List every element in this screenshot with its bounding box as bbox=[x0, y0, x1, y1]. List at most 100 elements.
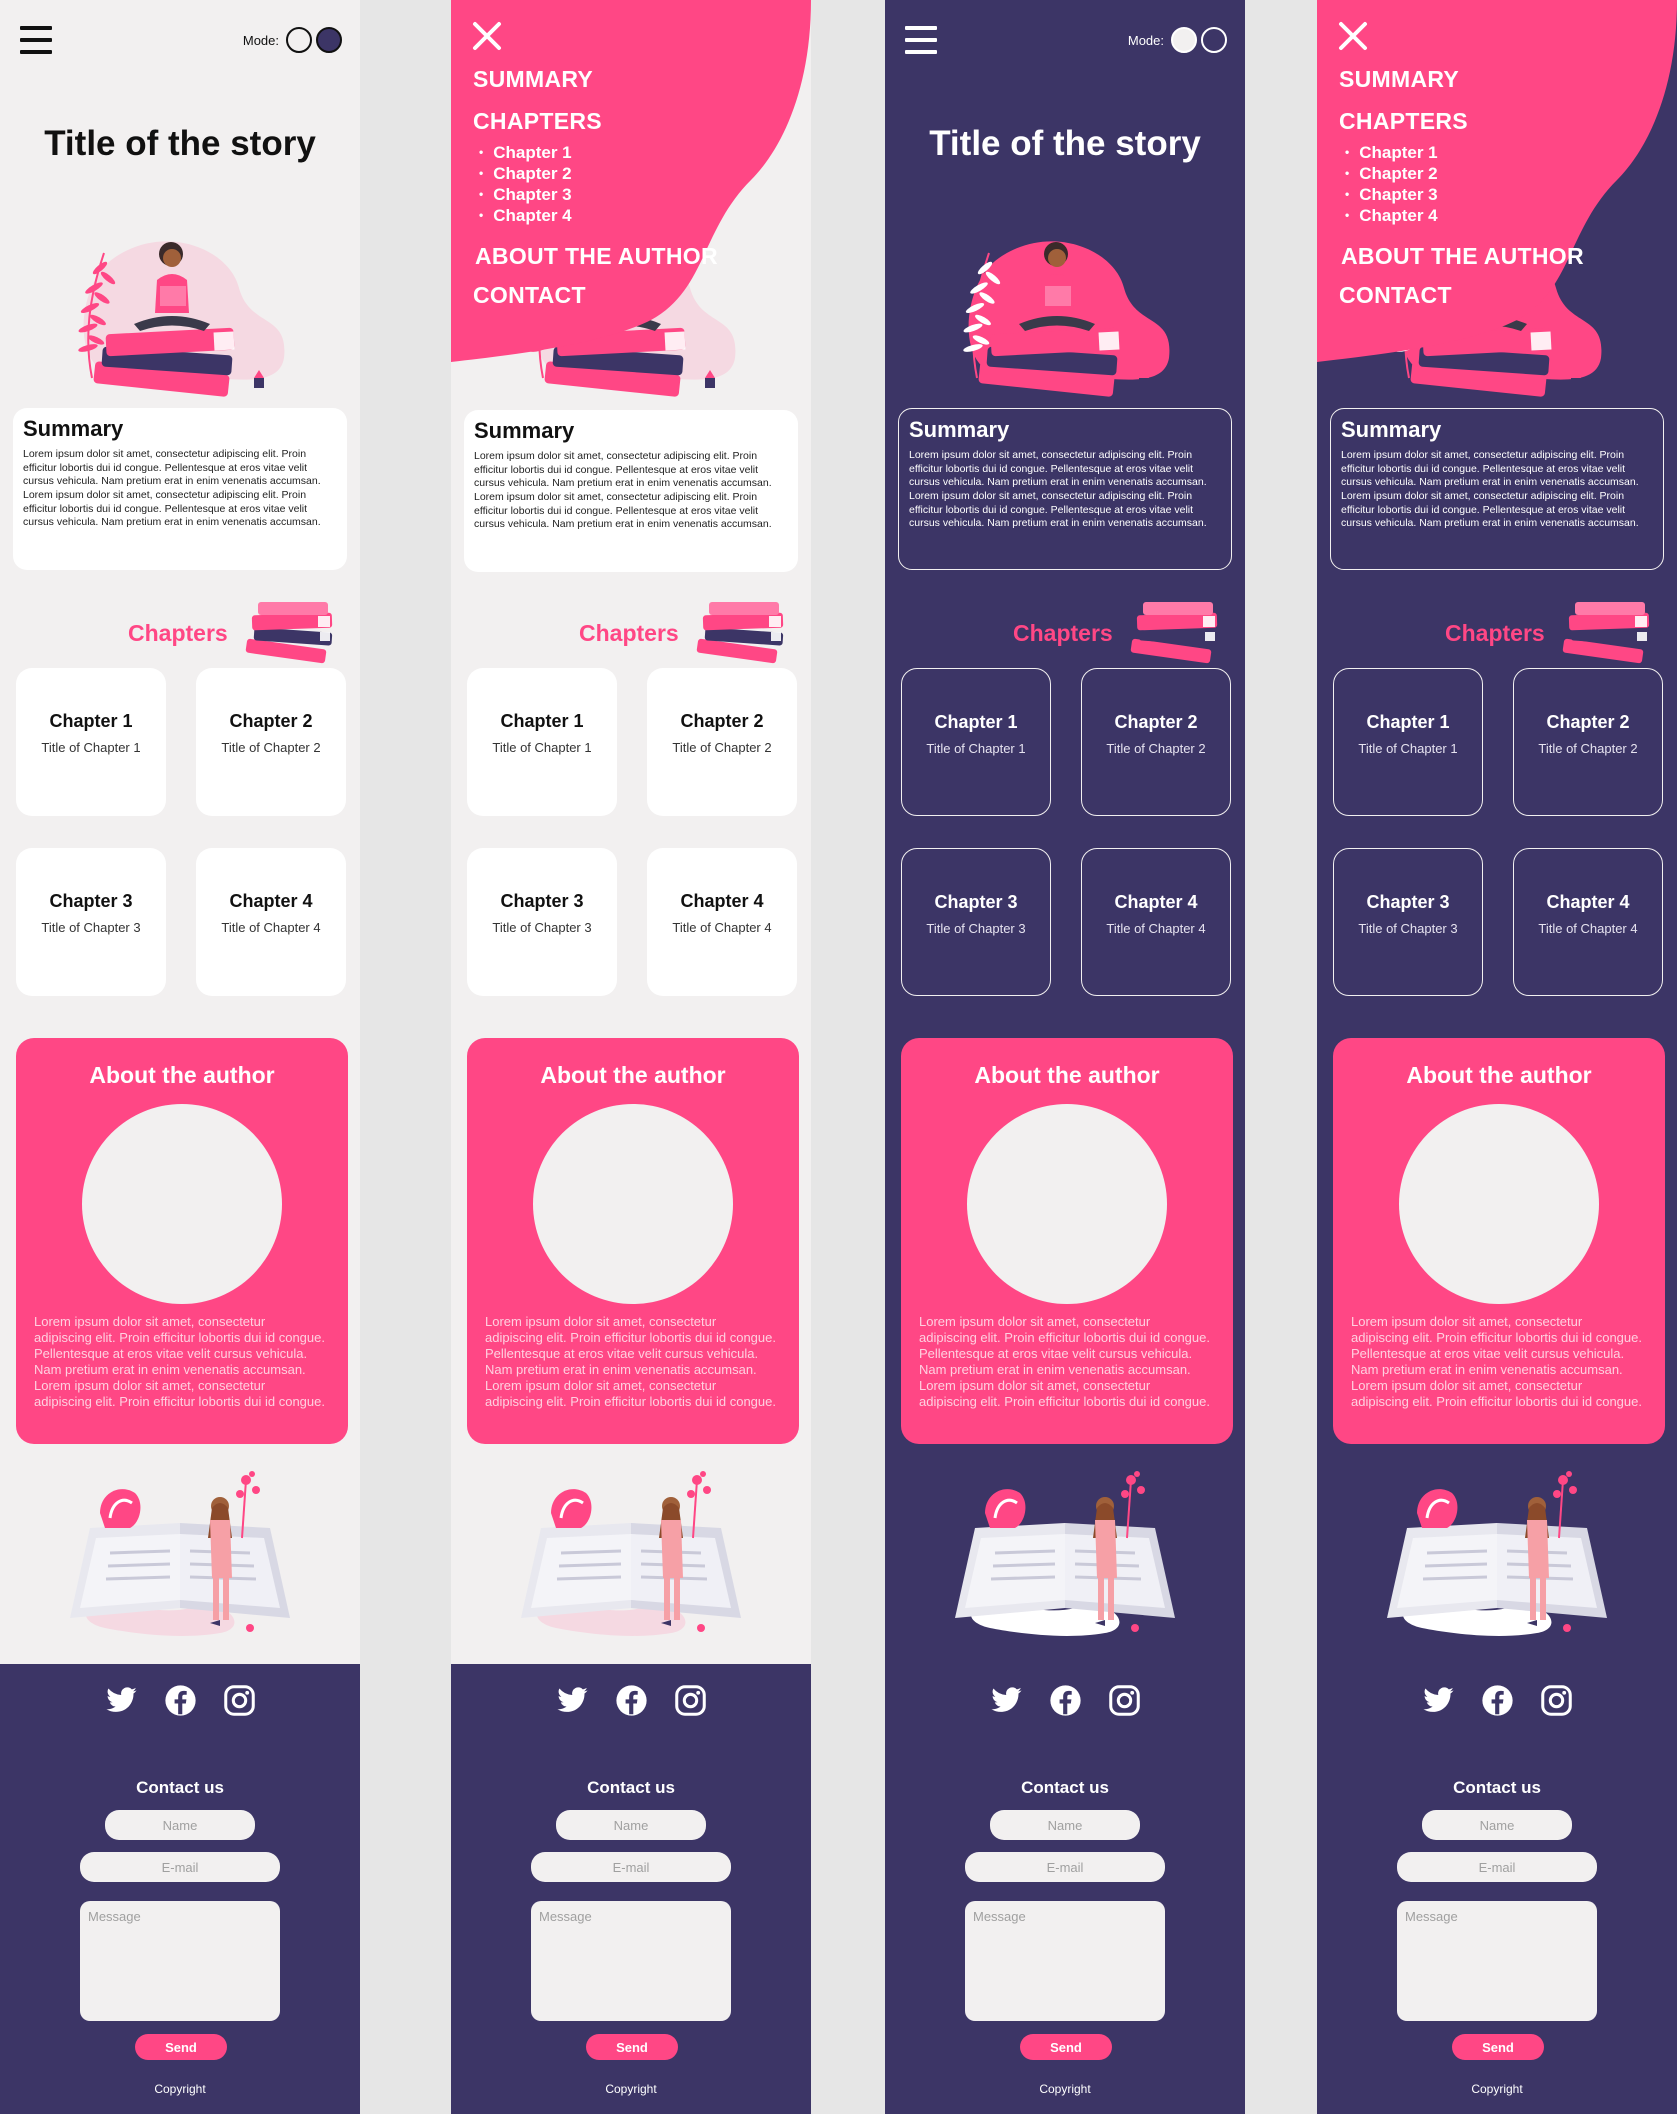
name-input[interactable] bbox=[1422, 1810, 1572, 1840]
email-input[interactable] bbox=[80, 1852, 280, 1882]
chapter-label: Chapter 4 bbox=[1114, 892, 1198, 912]
books-stack-icon bbox=[1123, 598, 1225, 670]
summary-text: Lorem ipsum dolor sit amet, consectetur … bbox=[1341, 449, 1639, 530]
chapter-card-4[interactable]: Chapter 4 Title of Chapter 4 bbox=[1513, 848, 1663, 996]
chapter-card-2[interactable]: Chapter 2 Title of Chapter 2 bbox=[196, 668, 346, 816]
chapter-subtitle: Title of Chapter 4 bbox=[1106, 921, 1206, 936]
menu-item-chapters[interactable]: CHAPTERS bbox=[473, 108, 602, 135]
facebook-icon[interactable] bbox=[1049, 1684, 1082, 1717]
menu-chapter-2[interactable]: Chapter 2 bbox=[1345, 164, 1437, 185]
twitter-icon[interactable] bbox=[1422, 1684, 1455, 1717]
contact-heading: Contact us bbox=[136, 1778, 224, 1797]
send-button[interactable]: Send bbox=[135, 2034, 227, 2060]
hamburger-icon[interactable] bbox=[20, 26, 52, 54]
story-title: Title of the story bbox=[44, 124, 316, 163]
chapter-card-4[interactable]: Chapter 4 Title of Chapter 4 bbox=[647, 848, 797, 996]
chapter-card-3[interactable]: Chapter 3 Title of Chapter 3 bbox=[1333, 848, 1483, 996]
email-input[interactable] bbox=[965, 1852, 1165, 1882]
screen-light: Mode: Title of the story Summary Lorem i… bbox=[0, 0, 360, 2114]
chapter-subtitle: Title of Chapter 1 bbox=[1358, 741, 1458, 756]
books-stack-icon bbox=[238, 598, 340, 670]
summary-card: Summary Lorem ipsum dolor sit amet, cons… bbox=[1330, 408, 1664, 570]
name-input[interactable] bbox=[990, 1810, 1140, 1840]
menu-chapter-1[interactable]: Chapter 1 bbox=[479, 143, 571, 164]
twitter-icon[interactable] bbox=[990, 1684, 1023, 1717]
close-icon[interactable] bbox=[471, 20, 503, 52]
message-input[interactable] bbox=[80, 1901, 280, 2021]
message-input[interactable] bbox=[1397, 1901, 1597, 2021]
light-mode-button[interactable] bbox=[1171, 27, 1197, 53]
chapter-card-4[interactable]: Chapter 4 Title of Chapter 4 bbox=[196, 848, 346, 996]
chapters-heading: Chapters bbox=[128, 620, 228, 646]
message-input[interactable] bbox=[531, 1901, 731, 2021]
instagram-icon[interactable] bbox=[223, 1684, 256, 1717]
chapters-heading: Chapters bbox=[1013, 620, 1113, 646]
chapter-card-3[interactable]: Chapter 3 Title of Chapter 3 bbox=[901, 848, 1051, 996]
menu-chapter-2[interactable]: Chapter 2 bbox=[479, 164, 571, 185]
dark-mode-button[interactable] bbox=[1201, 27, 1227, 53]
top-bar: Mode: bbox=[905, 22, 1227, 58]
menu-chapter-3[interactable]: Chapter 3 bbox=[1345, 185, 1437, 206]
screen-light-menu: Title of the story Summary Lorem ipsum d… bbox=[451, 0, 811, 2114]
email-input[interactable] bbox=[1397, 1852, 1597, 1882]
instagram-icon[interactable] bbox=[1108, 1684, 1141, 1717]
menu-chapter-4[interactable]: Chapter 4 bbox=[1345, 206, 1437, 227]
name-input[interactable] bbox=[105, 1810, 255, 1840]
chapter-label: Chapter 2 bbox=[680, 711, 764, 731]
author-card: About the author Lorem ipsum dolor sit a… bbox=[1333, 1038, 1665, 1444]
facebook-icon[interactable] bbox=[1481, 1684, 1514, 1717]
screen-dark-menu: Title of the story Summary Lorem ipsum d… bbox=[1317, 0, 1677, 2114]
chapter-card-1[interactable]: Chapter 1 Title of Chapter 1 bbox=[16, 668, 166, 816]
facebook-icon[interactable] bbox=[615, 1684, 648, 1717]
close-icon[interactable] bbox=[1337, 20, 1369, 52]
chapter-card-1[interactable]: Chapter 1 Title of Chapter 1 bbox=[901, 668, 1051, 816]
instagram-icon[interactable] bbox=[1540, 1684, 1573, 1717]
chapter-card-2[interactable]: Chapter 2 Title of Chapter 2 bbox=[1513, 668, 1663, 816]
author-card: About the author Lorem ipsum dolor sit a… bbox=[467, 1038, 799, 1444]
chapter-subtitle: Title of Chapter 3 bbox=[1358, 921, 1458, 936]
menu-chapter-1[interactable]: Chapter 1 bbox=[1345, 143, 1437, 164]
chapter-subtitle: Title of Chapter 2 bbox=[1106, 741, 1206, 756]
summary-card: Summary Lorem ipsum dolor sit amet, cons… bbox=[464, 410, 798, 572]
message-input[interactable] bbox=[965, 1901, 1165, 2021]
chapter-subtitle: Title of Chapter 1 bbox=[41, 740, 141, 755]
chapter-card-3[interactable]: Chapter 3 Title of Chapter 3 bbox=[467, 848, 617, 996]
send-button[interactable]: Send bbox=[1020, 2034, 1112, 2060]
menu-item-summary[interactable]: SUMMARY bbox=[473, 66, 593, 93]
menu-item-chapters[interactable]: CHAPTERS bbox=[1339, 108, 1468, 135]
dark-mode-button[interactable] bbox=[316, 27, 342, 53]
chapter-label: Chapter 1 bbox=[49, 711, 133, 731]
menu-chapter-3[interactable]: Chapter 3 bbox=[479, 185, 571, 206]
menu-chapter-4[interactable]: Chapter 4 bbox=[479, 206, 571, 227]
author-card: About the author Lorem ipsum dolor sit a… bbox=[16, 1038, 348, 1444]
chapter-card-3[interactable]: Chapter 3 Title of Chapter 3 bbox=[16, 848, 166, 996]
chapter-subtitle: Title of Chapter 3 bbox=[41, 920, 141, 935]
chapter-card-1[interactable]: Chapter 1 Title of Chapter 1 bbox=[467, 668, 617, 816]
chapter-card-4[interactable]: Chapter 4 Title of Chapter 4 bbox=[1081, 848, 1231, 996]
send-button[interactable]: Send bbox=[586, 2034, 678, 2060]
chapter-subtitle: Title of Chapter 1 bbox=[492, 740, 592, 755]
author-heading: About the author bbox=[974, 1062, 1160, 1088]
twitter-icon[interactable] bbox=[556, 1684, 589, 1717]
books-stack-icon bbox=[689, 598, 791, 670]
menu-item-summary[interactable]: SUMMARY bbox=[1339, 66, 1459, 93]
chapter-card-2[interactable]: Chapter 2 Title of Chapter 2 bbox=[647, 668, 797, 816]
facebook-icon[interactable] bbox=[164, 1684, 197, 1717]
chapter-subtitle: Title of Chapter 4 bbox=[1538, 921, 1638, 936]
chapter-card-1[interactable]: Chapter 1 Title of Chapter 1 bbox=[1333, 668, 1483, 816]
menu-item-contact[interactable]: CONTACT bbox=[1339, 282, 1452, 309]
twitter-icon[interactable] bbox=[105, 1684, 138, 1717]
hamburger-icon[interactable] bbox=[905, 26, 937, 54]
chapter-card-2[interactable]: Chapter 2 Title of Chapter 2 bbox=[1081, 668, 1231, 816]
send-button[interactable]: Send bbox=[1452, 2034, 1544, 2060]
social-links bbox=[451, 1684, 811, 1717]
menu-item-contact[interactable]: CONTACT bbox=[473, 282, 586, 309]
chapter-subtitle: Title of Chapter 1 bbox=[926, 741, 1026, 756]
email-input[interactable] bbox=[531, 1852, 731, 1882]
instagram-icon[interactable] bbox=[674, 1684, 707, 1717]
light-mode-button[interactable] bbox=[286, 27, 312, 53]
menu-item-about[interactable]: ABOUT THE AUTHOR bbox=[475, 243, 718, 270]
menu-item-about[interactable]: ABOUT THE AUTHOR bbox=[1341, 243, 1584, 270]
author-text: Lorem ipsum dolor sit amet, consectetur … bbox=[485, 1314, 776, 1409]
name-input[interactable] bbox=[556, 1810, 706, 1840]
